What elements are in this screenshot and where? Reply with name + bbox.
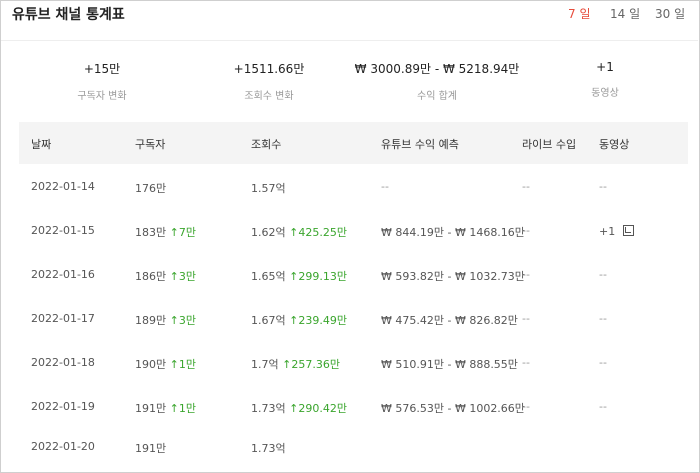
videos-cell: -- <box>599 400 607 413</box>
videos-cell: -- <box>599 356 607 369</box>
subscribers-cell: 191만 <box>135 442 167 455</box>
views-delta: ↑299.13만 <box>289 270 347 283</box>
table-row: 2022-01-19 191만 ↑1만 1.73억 ↑290.42만 ₩ 576.53… <box>19 385 688 429</box>
date-cell: 2022-01-18 <box>31 356 95 369</box>
summary-value: ₩ 3000.89만 - ₩ 5218.94만 <box>354 62 520 76</box>
videos-cell: -- <box>599 268 607 281</box>
subscribers-cell: 183만 <box>135 226 167 239</box>
revenue-cell: ₩ 593.82만 - ₩ 1032.73만 <box>381 270 525 283</box>
summary-label: 수익 합계 <box>417 91 457 102</box>
column-header-videos: 동영상 <box>599 138 630 151</box>
date-cell: 2022-01-20 <box>31 440 95 453</box>
date-cell: 2022-01-15 <box>31 224 95 237</box>
summary-revenue: ₩ 3000.89만 - ₩ 5218.94만 수익 합계 <box>332 60 542 102</box>
subscribers-cell: 186만 <box>135 270 167 283</box>
table-row: 2022-01-17 189만 ↑3만 1.67억 ↑239.49만 ₩ 475.42… <box>19 297 688 341</box>
videos-cell: -- <box>599 180 607 193</box>
header-divider <box>1 40 698 41</box>
column-header-live-income: 라이브 수입 <box>522 138 577 151</box>
date-cell: 2022-01-14 <box>31 180 95 193</box>
summary-subscribers: +15만 구독자 변화 <box>52 60 152 102</box>
summary-value: +1 <box>596 60 614 74</box>
live-income-cell: -- <box>522 180 530 193</box>
summary-label: 구독자 변화 <box>77 91 127 102</box>
subscribers-delta: ↑1만 <box>169 358 196 371</box>
revenue-cell: ₩ 475.42만 - ₩ 826.82만 <box>381 314 518 327</box>
subscribers-cell: 191만 <box>135 402 167 415</box>
table-row: 2022-01-20 191만 1.73억 <box>19 425 688 469</box>
videos-cell: -- <box>599 312 607 325</box>
live-income-cell: -- <box>522 356 530 369</box>
date-cell: 2022-01-19 <box>31 400 95 413</box>
subscribers-delta: ↑3만 <box>169 270 196 283</box>
column-header-views: 조회수 <box>251 138 282 151</box>
table-row: 2022-01-16 186만 ↑3만 1.65억 ↑299.13만 ₩ 593.82… <box>19 253 688 297</box>
live-income-cell: -- <box>522 224 530 237</box>
table-row: 2022-01-15 183만 ↑7만 1.62억 ↑425.25만 ₩ 844.19… <box>19 209 688 253</box>
revenue-cell: -- <box>381 180 389 193</box>
live-income-cell: -- <box>522 312 530 325</box>
subscribers-cell: 176만 <box>135 182 167 195</box>
live-income-cell: -- <box>522 400 530 413</box>
videos-cell: +1 <box>599 225 616 238</box>
summary-label: 동영상 <box>591 88 619 99</box>
revenue-cell: ₩ 844.19만 - ₩ 1468.16만 <box>381 226 525 239</box>
views-cell: 1.73억 <box>251 402 286 415</box>
views-delta: ↑290.42만 <box>289 402 347 415</box>
views-cell: 1.73억 <box>251 442 286 455</box>
external-link-icon[interactable] <box>623 225 635 236</box>
page-title: 유튜브 채널 통계표 <box>12 7 125 23</box>
column-header-date: 날짜 <box>31 138 52 151</box>
views-cell: 1.57억 <box>251 182 286 195</box>
table-header: 날짜 구독자 조회수 유튜브 수익 예측 라이브 수입 동영상 <box>19 122 688 164</box>
subscribers-delta: ↑3만 <box>169 314 196 327</box>
views-cell: 1.62억 <box>251 226 286 239</box>
table-row: 2022-01-18 190만 ↑1만 1.7억 ↑257.36만 ₩ 510.91만… <box>19 341 688 385</box>
views-delta: ↑425.25만 <box>289 226 347 239</box>
views-delta: ↑239.49만 <box>289 314 347 327</box>
range-tab-14d[interactable]: 14 일 <box>610 5 640 22</box>
subscribers-cell: 189만 <box>135 314 167 327</box>
summary-videos: +1 동영상 <box>565 60 645 99</box>
views-delta: ↑257.36만 <box>282 358 340 371</box>
date-cell: 2022-01-17 <box>31 312 95 325</box>
subscribers-delta: ↑1만 <box>169 402 196 415</box>
subscribers-cell: 190만 <box>135 358 167 371</box>
live-income-cell: -- <box>522 268 530 281</box>
revenue-cell: ₩ 576.53만 - ₩ 1002.66만 <box>381 402 525 415</box>
revenue-cell: ₩ 510.91만 - ₩ 888.55만 <box>381 358 518 371</box>
views-cell: 1.65억 <box>251 270 286 283</box>
summary-value: +1511.66만 <box>233 62 305 76</box>
range-tab-7d[interactable]: 7 일 <box>568 5 591 22</box>
subscribers-delta: ↑7만 <box>169 226 196 239</box>
range-tab-30d[interactable]: 30 일 <box>655 5 685 22</box>
column-header-subscribers: 구독자 <box>135 138 166 151</box>
views-cell: 1.67억 <box>251 314 286 327</box>
date-cell: 2022-01-16 <box>31 268 95 281</box>
summary-label: 조회수 변화 <box>244 91 294 102</box>
summary-views: +1511.66만 조회수 변화 <box>209 60 329 102</box>
table-row: 2022-01-14 176만 1.57억 -- -- -- <box>19 165 688 209</box>
column-header-revenue: 유튜브 수익 예측 <box>381 138 459 151</box>
summary-value: +15만 <box>83 62 121 76</box>
views-cell: 1.7억 <box>251 358 279 371</box>
